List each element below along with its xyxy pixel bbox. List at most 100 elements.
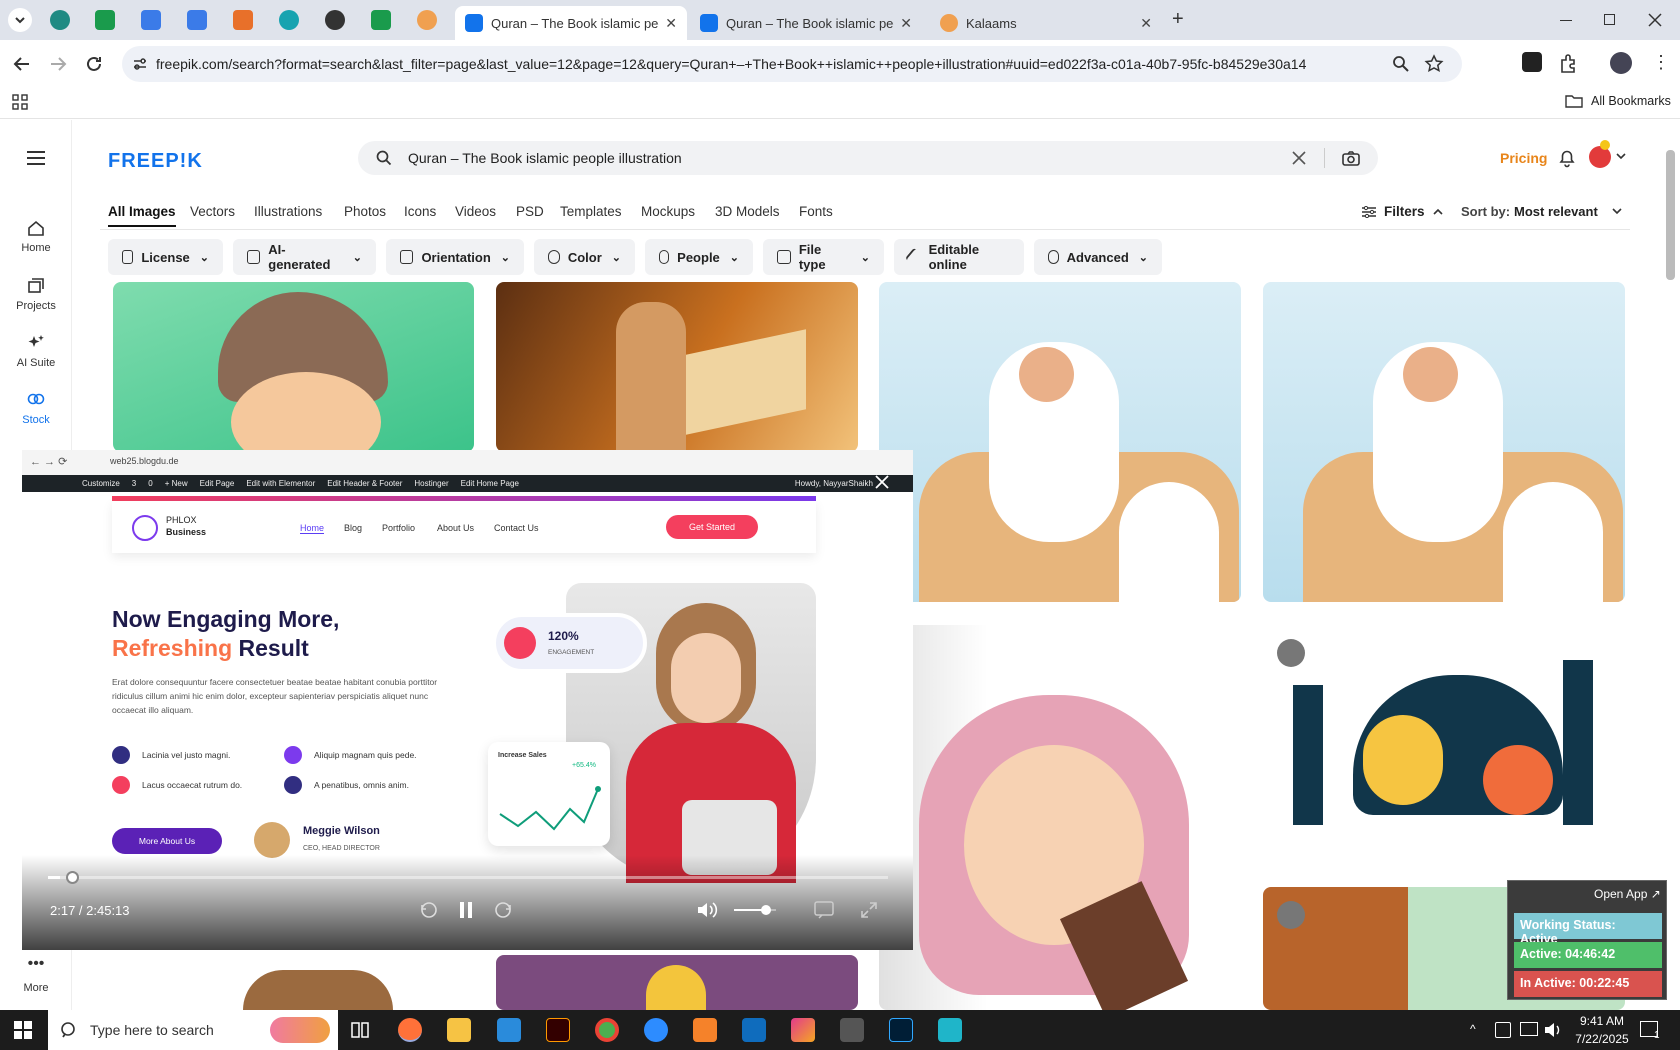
pinned-tab-sheets-2[interactable]	[371, 10, 391, 30]
taskbar-file-explorer-icon[interactable]	[447, 1018, 471, 1042]
captions-icon[interactable]	[814, 901, 834, 919]
chip-advanced[interactable]: Advanced ⌄	[1034, 239, 1162, 275]
chrome-menu-icon[interactable]: ⋮	[1652, 52, 1670, 73]
sort-dropdown[interactable]: Most relevant	[1514, 204, 1622, 219]
chevron-down-icon[interactable]	[1616, 153, 1626, 161]
expand-icon[interactable]	[860, 901, 878, 919]
site-settings-icon[interactable]	[132, 56, 148, 72]
result-image-reading-mosque[interactable]	[1263, 625, 1625, 845]
taskbar-search-box[interactable]: Type here to search	[48, 1010, 338, 1050]
apps-grid-icon[interactable]	[12, 94, 28, 110]
pinned-tab-sheets[interactable]	[95, 10, 115, 30]
sidebar-item-projects[interactable]: Projects	[0, 276, 72, 312]
zoom-icon[interactable]	[1392, 55, 1410, 73]
tab-videos[interactable]: Videos	[455, 204, 496, 219]
url-text[interactable]: freepik.com/search?format=search&last_fi…	[156, 56, 1306, 72]
close-video-icon[interactable]	[874, 474, 890, 490]
tab-2[interactable]: Quran – The Book islamic people illustra…	[690, 6, 922, 40]
taskbar-app-2-icon[interactable]	[938, 1018, 962, 1042]
tab-all-images[interactable]: All Images	[108, 204, 176, 227]
taskbar-vscode-icon[interactable]	[497, 1018, 521, 1042]
taskbar-app-icon[interactable]	[791, 1018, 815, 1042]
result-image-book-open[interactable]	[113, 955, 474, 1010]
chip-editable-online[interactable]: Editable online	[894, 239, 1024, 275]
pinned-tab-docs[interactable]	[141, 10, 161, 30]
tab-close-icon[interactable]: ✕	[894, 15, 912, 32]
extensions-puzzle-icon[interactable]	[1558, 52, 1580, 74]
result-image-boy-cap[interactable]	[113, 282, 474, 452]
minimize-icon[interactable]	[1560, 20, 1572, 21]
windows-start-icon[interactable]	[14, 1021, 32, 1039]
chip-file-type[interactable]: File type ⌄	[763, 239, 884, 275]
new-tab-button[interactable]: +	[1172, 8, 1184, 31]
tab-close-icon[interactable]: ✕	[1134, 15, 1152, 32]
volume-knob[interactable]	[760, 905, 771, 915]
rewind-icon[interactable]	[420, 901, 438, 919]
forward-icon[interactable]	[494, 901, 512, 919]
sidebar-item-more[interactable]: ••• More	[0, 956, 72, 995]
tab-templates[interactable]: Templates	[560, 204, 622, 219]
tab-illustrations[interactable]: Illustrations	[254, 204, 322, 219]
pinned-tab-docs-2[interactable]	[187, 10, 207, 30]
pause-icon[interactable]	[458, 901, 474, 919]
profile-avatar[interactable]	[1610, 52, 1632, 74]
taskbar-date[interactable]: 7/22/2025	[1566, 1032, 1638, 1046]
chip-license[interactable]: License ⌄	[108, 239, 223, 275]
tab-mockups[interactable]: Mockups	[641, 204, 695, 219]
taskbar-chrome-icon[interactable]	[595, 1018, 619, 1042]
freepik-logo[interactable]: FREEP!K	[108, 150, 203, 173]
taskbar-outlook-icon[interactable]	[742, 1018, 766, 1042]
chip-ai-generated[interactable]: AI-generated ⌄	[233, 239, 376, 275]
camera-icon[interactable]	[1342, 150, 1360, 166]
taskbar-zoom-icon[interactable]	[644, 1018, 668, 1042]
taskbar-pen-icon[interactable]	[840, 1018, 864, 1042]
tab-3d-models[interactable]: 3D Models	[715, 204, 780, 219]
page-scrollbar-thumb[interactable]	[1666, 150, 1675, 280]
bookmark-star-icon[interactable]	[1424, 54, 1444, 74]
forward-arrow-icon[interactable]	[48, 54, 68, 74]
pinned-tab-openai[interactable]	[325, 10, 345, 30]
tab-active[interactable]: Quran – The Book islamic people illustra…	[455, 6, 687, 40]
task-view-icon[interactable]	[350, 1020, 370, 1040]
taskbar-xampp-icon[interactable]	[693, 1018, 717, 1042]
pinned-tab-wordpress[interactable]	[50, 10, 70, 30]
tab-photos[interactable]: Photos	[344, 204, 386, 219]
tray-network-icon[interactable]	[1495, 1022, 1511, 1038]
result-image-mosque-purple[interactable]	[496, 955, 858, 1010]
tab-fonts[interactable]: Fonts	[799, 204, 833, 219]
video-progress-knob[interactable]	[65, 871, 79, 884]
sidebar-item-ai-suite[interactable]: AI Suite	[0, 333, 72, 369]
result-image-hijab-girl[interactable]	[879, 625, 1241, 1010]
pinned-tab-app[interactable]	[233, 10, 253, 30]
back-arrow-icon[interactable]	[12, 54, 32, 74]
result-image-pilgrims-2[interactable]	[1263, 282, 1625, 602]
pinned-tab-app-2[interactable]	[279, 10, 299, 30]
restore-icon[interactable]	[1604, 14, 1615, 25]
chip-people[interactable]: People ⌄	[645, 239, 753, 275]
tray-display-icon[interactable]	[1520, 1022, 1538, 1036]
taskbar-time[interactable]: 9:41 AM	[1572, 1014, 1632, 1028]
result-image-pilgrims[interactable]	[879, 282, 1241, 602]
bell-icon[interactable]	[1558, 148, 1576, 168]
tab-close-icon[interactable]: ✕	[659, 15, 677, 32]
open-app-link[interactable]: Open App ↗	[1594, 887, 1661, 901]
close-window-icon[interactable]	[1648, 13, 1662, 27]
volume-icon[interactable]	[696, 900, 718, 920]
video-progress-track[interactable]	[48, 871, 888, 884]
chip-orientation[interactable]: Orientation ⌄	[386, 239, 524, 275]
tab-vectors[interactable]: Vectors	[190, 204, 235, 219]
extension-icon[interactable]	[1522, 52, 1542, 72]
tray-volume-icon[interactable]	[1544, 1022, 1562, 1038]
hamburger-menu-icon[interactable]	[26, 150, 46, 166]
search-input[interactable]: Quran – The Book islamic people illustra…	[408, 150, 682, 166]
search-bar[interactable]: Quran – The Book islamic people illustra…	[358, 141, 1378, 175]
pinned-tab-kalaams[interactable]	[417, 10, 437, 30]
chip-color[interactable]: Color ⌄	[534, 239, 635, 275]
clear-search-icon[interactable]	[1292, 151, 1306, 165]
tab-psd[interactable]: PSD	[516, 204, 544, 219]
all-bookmarks-button[interactable]: All Bookmarks	[1565, 94, 1671, 108]
video-player[interactable]: ← → ⟳ web25.blogdu.de Customize 3 0 + Ne…	[22, 450, 913, 950]
tray-chevron-up-icon[interactable]: ^	[1470, 1022, 1476, 1036]
taskbar-illustrator-icon[interactable]	[546, 1018, 570, 1042]
result-image-scholar-writing[interactable]	[496, 282, 858, 452]
